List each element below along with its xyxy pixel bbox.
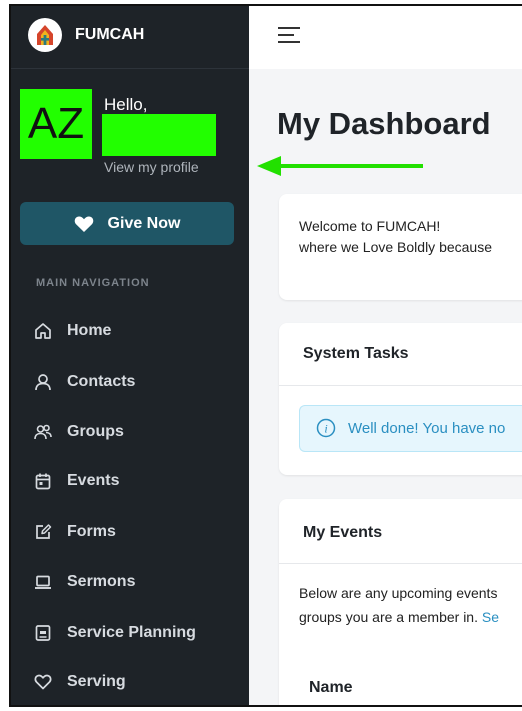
- heart-outline-icon: [34, 674, 52, 690]
- user-name-redacted: [102, 114, 216, 156]
- menu-toggle-icon[interactable]: [278, 26, 300, 44]
- page-title: My Dashboard: [277, 106, 491, 141]
- annotation-arrow-icon: [257, 156, 423, 176]
- brand-bar[interactable]: FUMCAH: [11, 6, 249, 69]
- card-divider: [279, 563, 522, 564]
- info-alert: i Well done! You have no: [299, 405, 522, 452]
- welcome-line-2: where we Love Boldly because: [299, 239, 493, 255]
- column-header-name[interactable]: Name: [309, 679, 353, 697]
- church-logo-icon: [28, 18, 62, 52]
- sidebar-item-events[interactable]: Events: [11, 461, 249, 501]
- calendar-icon: [35, 473, 51, 490]
- give-now-button[interactable]: Give Now: [20, 202, 234, 245]
- edit-icon: [36, 524, 52, 539]
- people-icon: [34, 424, 52, 440]
- sidebar-item-contacts[interactable]: Contacts: [11, 362, 249, 402]
- events-line-2: groups you are a member in. Se: [299, 605, 499, 629]
- welcome-line-1: Welcome to FUMCAH!: [299, 218, 441, 234]
- heart-icon: [74, 215, 93, 232]
- home-icon: [35, 323, 51, 339]
- greeting: Hello,: [104, 95, 148, 114]
- sidebar-item-service-planning[interactable]: Service Planning: [11, 613, 249, 653]
- sidebar-item-label: Groups: [67, 423, 124, 440]
- brand-name: FUMCAH: [75, 26, 145, 43]
- give-now-label: Give Now: [107, 214, 181, 232]
- alert-text: Well done! You have no: [348, 420, 506, 437]
- app-window: FUMCAH AZ Hello, View my profile Give No…: [9, 4, 522, 707]
- card-title: System Tasks: [303, 345, 409, 362]
- sidebar-item-label: Service Planning: [67, 624, 196, 641]
- system-tasks-card: System Tasks i Well done! You have no: [279, 323, 522, 475]
- events-line-2-text: groups you are a member in.: [299, 609, 478, 625]
- view-profile-link[interactable]: View my profile: [104, 159, 199, 175]
- sidebar-item-serving[interactable]: Serving: [11, 662, 249, 702]
- card-title: My Events: [303, 524, 383, 541]
- sidebar-item-label: Contacts: [67, 373, 136, 390]
- events-description: Below are any upcoming events groups you…: [299, 581, 499, 629]
- sidebar-item-label: Forms: [67, 523, 116, 540]
- laptop-icon: [35, 575, 51, 589]
- events-link[interactable]: Se: [482, 609, 499, 625]
- sidebar-item-label: Serving: [67, 673, 126, 690]
- avatar[interactable]: AZ: [20, 89, 92, 159]
- svg-text:i: i: [324, 422, 327, 436]
- welcome-text: Welcome to FUMCAH! where we Love Boldly …: [299, 216, 492, 258]
- sidebar-item-label: Sermons: [67, 573, 136, 590]
- sidebar-item-label: Home: [67, 322, 112, 339]
- events-line-1: Below are any upcoming events: [299, 585, 498, 601]
- welcome-card: Welcome to FUMCAH! where we Love Boldly …: [279, 194, 522, 300]
- info-icon: i: [316, 418, 336, 438]
- card-divider: [279, 385, 522, 386]
- my-events-card: My Events Below are any upcoming events …: [279, 499, 522, 705]
- sidebar: FUMCAH AZ Hello, View my profile Give No…: [11, 6, 249, 705]
- top-bar: [249, 6, 522, 69]
- sidebar-item-label: Events: [67, 472, 120, 489]
- nav-section-header: MAIN NAVIGATION: [36, 277, 150, 289]
- sidebar-item-groups[interactable]: Groups: [11, 412, 249, 452]
- sidebar-item-home[interactable]: Home: [11, 311, 249, 351]
- sidebar-item-forms[interactable]: Forms: [11, 512, 249, 552]
- sidebar-item-sermons[interactable]: Sermons: [11, 562, 249, 602]
- person-icon: [35, 374, 51, 391]
- planner-icon: [35, 625, 51, 641]
